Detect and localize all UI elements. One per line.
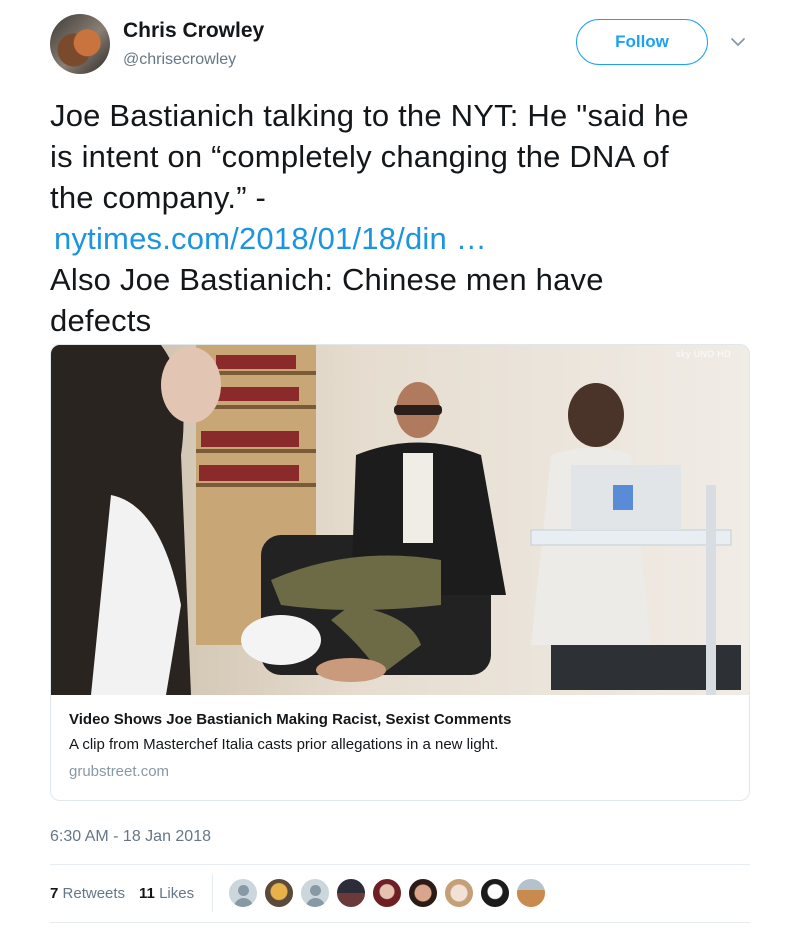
liker-avatar[interactable] <box>227 877 260 909</box>
liker-avatar[interactable] <box>407 877 440 909</box>
card-title[interactable]: Video Shows Joe Bastianich Making Racist… <box>69 711 731 728</box>
likes-count: 11 <box>139 884 155 902</box>
liker-avatar[interactable] <box>263 877 296 909</box>
retweets-stat[interactable]: 7 Retweets <box>50 885 125 902</box>
tweet-timestamp[interactable]: 6:30 AM - 18 Jan 2018 <box>50 828 211 846</box>
author-handle[interactable]: @chrisecrowley <box>123 51 236 69</box>
tweet-line: defects <box>50 303 152 338</box>
tweet-line: is intent on “completely changing the DN… <box>50 139 669 174</box>
tweet-text: Joe Bastianich talking to the NYT: He "s… <box>50 95 760 341</box>
divider <box>50 864 750 865</box>
tweet-header: Chris Crowley @chrisecrowley Follow <box>50 14 750 76</box>
author-name[interactable]: Chris Crowley <box>123 19 264 43</box>
card-description: A clip from Masterchef Italia casts prio… <box>69 736 499 753</box>
svg-text:sky UNO HD: sky UNO HD <box>676 350 731 360</box>
tweet-line: Also Joe Bastianich: Chinese men have <box>50 262 604 297</box>
liker-avatar[interactable] <box>443 877 476 909</box>
tweet-line: the company.” - <box>50 180 267 215</box>
retweets-label: Retweets <box>62 884 126 902</box>
tweet-line: Joe Bastianich talking to the NYT: He "s… <box>50 98 689 133</box>
link-preview-card[interactable]: sky UNO HD Video Shows Joe Bastianich Ma… <box>50 344 750 801</box>
card-image[interactable]: sky UNO HD <box>51 345 749 695</box>
stats-separator <box>212 874 214 912</box>
likes-stat[interactable]: 11 Likes <box>139 885 194 902</box>
liker-avatar[interactable] <box>299 877 332 909</box>
card-body: Video Shows Joe Bastianich Making Racist… <box>51 695 749 780</box>
follow-button[interactable]: Follow <box>576 19 708 65</box>
tweet-link[interactable]: nytimes.com/2018/01/18/din … <box>50 218 760 259</box>
author-avatar[interactable] <box>50 14 110 74</box>
tweet-stats: 7 Retweets 11 Likes <box>50 874 551 912</box>
retweets-count: 7 <box>50 884 59 902</box>
divider <box>50 922 750 923</box>
liker-avatar[interactable] <box>371 877 404 909</box>
card-photo: sky UNO HD <box>51 345 749 695</box>
card-domain: grubstreet.com <box>69 763 170 780</box>
chevron-down-icon[interactable] <box>728 32 748 52</box>
liker-avatar[interactable] <box>335 877 368 909</box>
liker-avatar[interactable] <box>515 877 548 909</box>
likes-label: Likes <box>159 884 195 902</box>
liker-avatar[interactable] <box>479 877 512 909</box>
